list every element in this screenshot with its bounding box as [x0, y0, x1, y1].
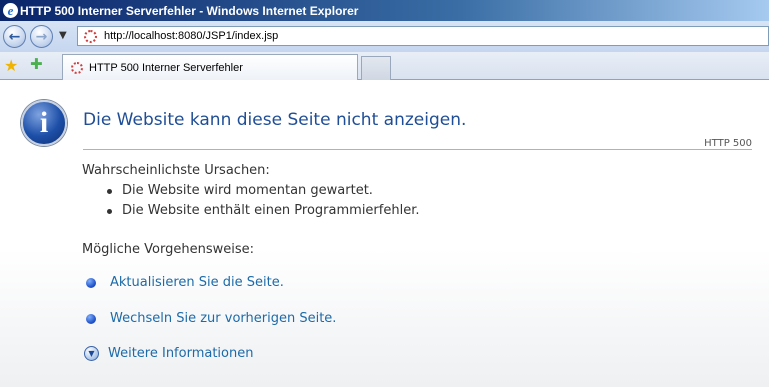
address-bar[interactable]: http://localhost:8080/JSP1/index.jsp — [77, 26, 769, 46]
list-item: Die Website enthält einen Programmierfeh… — [106, 203, 419, 223]
window-titlebar: e HTTP 500 Interner Serverfehler - Windo… — [0, 0, 769, 21]
window-title: HTTP 500 Interner Serverfehler - Windows… — [20, 3, 359, 18]
causes-list: Die Website wird momentan gewartet. Die … — [106, 183, 419, 223]
bullet-icon — [86, 313, 96, 324]
favorites-star-icon[interactable]: ★ — [4, 56, 18, 75]
tab-label: HTTP 500 Interner Serverfehler — [89, 61, 243, 74]
tab-page-icon — [71, 61, 83, 74]
divider — [83, 149, 752, 150]
refresh-link[interactable]: Aktualisieren Sie die Seite. — [110, 275, 284, 290]
action-refresh: Aktualisieren Sie die Seite. — [86, 275, 284, 290]
causes-heading: Wahrscheinlichste Ursachen: — [82, 163, 270, 178]
tab-active[interactable]: HTTP 500 Interner Serverfehler — [62, 54, 358, 80]
add-favorites-icon[interactable]: ✚ — [30, 55, 43, 73]
bullet-icon — [86, 277, 96, 288]
previous-page-link[interactable]: Wechseln Sie zur vorherigen Seite. — [110, 311, 336, 326]
ie-logo-icon: e — [3, 3, 18, 18]
action-back: Wechseln Sie zur vorherigen Seite. — [86, 311, 336, 326]
error-page: i Die Website kann diese Seite nicht anz… — [0, 81, 769, 387]
navigation-bar: ← → ▼ http://localhost:8080/JSP1/index.j… — [0, 21, 769, 52]
info-icon: i — [21, 100, 67, 146]
action-more-info[interactable]: ▼ Weitere Informationen — [84, 346, 253, 361]
more-info-link[interactable]: Weitere Informationen — [108, 346, 253, 361]
page-icon — [84, 29, 97, 43]
page-title: Die Website kann diese Seite nicht anzei… — [83, 110, 467, 130]
address-text[interactable]: http://localhost:8080/JSP1/index.jsp — [104, 30, 278, 42]
forward-icon: → — [35, 28, 48, 45]
new-tab-button[interactable] — [361, 56, 391, 80]
back-button[interactable]: ← — [3, 25, 26, 48]
http-status-code: HTTP 500 — [704, 138, 752, 149]
tab-bar: ★ ✚ HTTP 500 Interner Serverfehler — [0, 52, 769, 80]
back-icon: ← — [8, 28, 21, 45]
forward-button[interactable]: → — [30, 25, 53, 48]
list-item: Die Website wird momentan gewartet. — [106, 183, 419, 203]
history-dropdown-icon[interactable]: ▼ — [59, 30, 67, 41]
expand-arrow-icon[interactable]: ▼ — [84, 346, 99, 361]
actions-heading: Mögliche Vorgehensweise: — [82, 242, 255, 257]
